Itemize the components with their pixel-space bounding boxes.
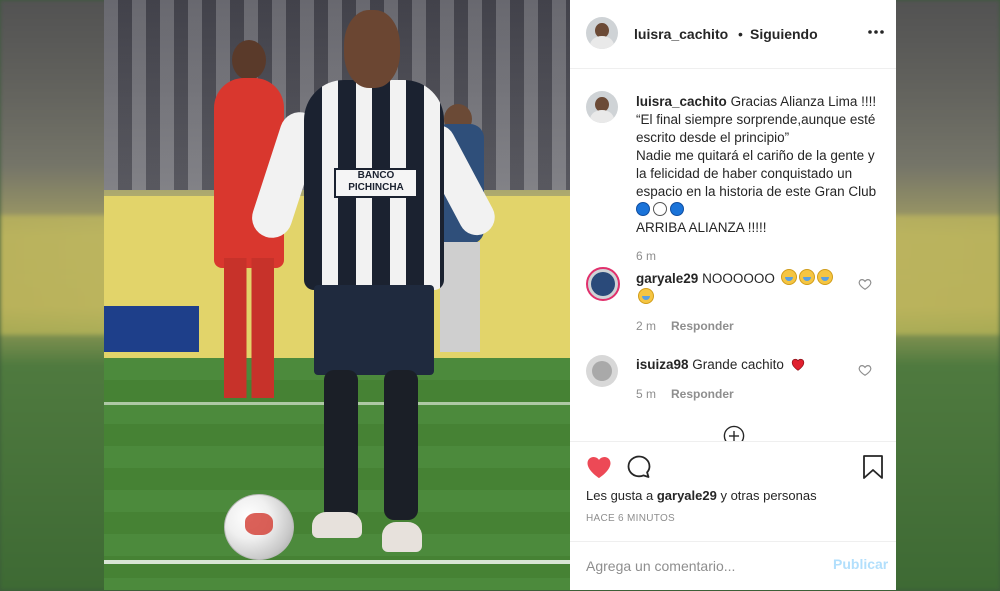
separator-dot: •	[738, 26, 743, 42]
comment-timestamp[interactable]: 2 m	[636, 319, 656, 333]
add-comment-bar: Publicar	[570, 541, 896, 591]
load-more-comments-icon[interactable]	[723, 425, 745, 441]
player-sock	[384, 370, 418, 520]
author-username[interactable]: luisra_cachito	[634, 26, 728, 42]
likes-summary[interactable]: Les gusta a garyale29 y otras personas	[586, 488, 817, 503]
comment-like-heart-icon[interactable]	[858, 277, 872, 291]
avatar-image	[591, 272, 615, 296]
player-shorts	[314, 285, 434, 375]
author-avatar[interactable]	[586, 17, 618, 49]
likes-suffix: y otras personas	[720, 488, 817, 503]
white-circle-emoji	[653, 202, 667, 216]
commenter-avatar-story[interactable]	[586, 267, 620, 301]
player-boot	[312, 512, 362, 538]
follow-status-button[interactable]: Siguiendo	[750, 26, 818, 42]
comment-like-heart-icon[interactable]	[858, 363, 872, 377]
reply-button[interactable]: Responder	[671, 387, 734, 401]
comment-username[interactable]: isuiza98	[636, 357, 689, 372]
red-heart-emoji	[791, 358, 804, 371]
player-boot	[382, 522, 422, 552]
comment-username[interactable]: garyale29	[636, 271, 698, 286]
caption-author-avatar[interactable]	[586, 91, 618, 123]
comment-text: NOOOOOO	[702, 271, 775, 286]
post-timestamp[interactable]: HACE 6 MINUTOS	[586, 513, 675, 524]
post-header: luisra_cachito • Siguiendo	[570, 0, 896, 69]
ad-board-blue-panel	[104, 306, 199, 352]
comment-text: Grande cachito	[692, 357, 784, 372]
goalkeeper-head	[232, 40, 266, 80]
caption-line-4: ARRIBA ALIANZA !!!!!	[636, 220, 767, 235]
comment: garyale29 NOOOOOO	[636, 269, 856, 307]
post-comment-button[interactable]: Publicar	[833, 556, 888, 572]
caption-line-2: “El final siempre sorprende,aunque esté …	[636, 112, 876, 145]
caption-username[interactable]: luisra_cachito	[636, 94, 727, 109]
avatar-torso	[589, 110, 615, 123]
commenter-avatar[interactable]	[586, 355, 618, 387]
comment: isuiza98 Grande cachito	[636, 356, 856, 374]
more-options-icon[interactable]	[866, 22, 886, 42]
comments-list[interactable]: luisra_cachito Gracias Alianza Lima !!!!…	[570, 69, 896, 441]
soccer-ball	[224, 494, 294, 560]
caption-line-3: Nadie me quitará el cariño de la gente y…	[636, 148, 877, 199]
caption-timestamp[interactable]: 6 m	[636, 249, 656, 263]
likes-user[interactable]: garyale29	[657, 488, 717, 503]
comment-input[interactable]	[586, 555, 816, 577]
main-player: BANCO PICHINCHA	[246, 10, 502, 570]
avatar-image	[592, 361, 612, 381]
bookmark-save-icon[interactable]	[862, 454, 884, 480]
caption-line-1: Gracias Alianza Lima !!!!	[730, 94, 877, 109]
comment-bubble-icon[interactable]	[626, 454, 652, 480]
player-sock	[324, 370, 358, 520]
crying-emoji	[638, 288, 654, 304]
post-side-panel: luisra_cachito • Siguiendo luisra_cachit…	[570, 0, 896, 590]
post-photo[interactable]: BANCO PICHINCHA	[104, 0, 570, 590]
like-heart-icon[interactable]	[586, 454, 612, 480]
post-actions: Les gusta a garyale29 y otras personas H…	[570, 441, 896, 542]
post-caption: luisra_cachito Gracias Alianza Lima !!!!…	[636, 93, 884, 237]
blue-circle-emoji	[670, 202, 684, 216]
caption-emoji-circles	[636, 202, 684, 216]
player-head	[344, 10, 400, 88]
comment-timestamp[interactable]: 5 m	[636, 387, 656, 401]
crying-emoji	[780, 269, 797, 285]
reply-button[interactable]: Responder	[671, 319, 734, 333]
crying-emoji	[798, 269, 815, 285]
likes-prefix: Les gusta a	[586, 488, 654, 503]
jersey-sponsor: BANCO PICHINCHA	[334, 168, 418, 198]
crying-emoji	[816, 269, 833, 285]
blue-circle-emoji	[636, 202, 650, 216]
avatar-torso	[589, 36, 615, 49]
